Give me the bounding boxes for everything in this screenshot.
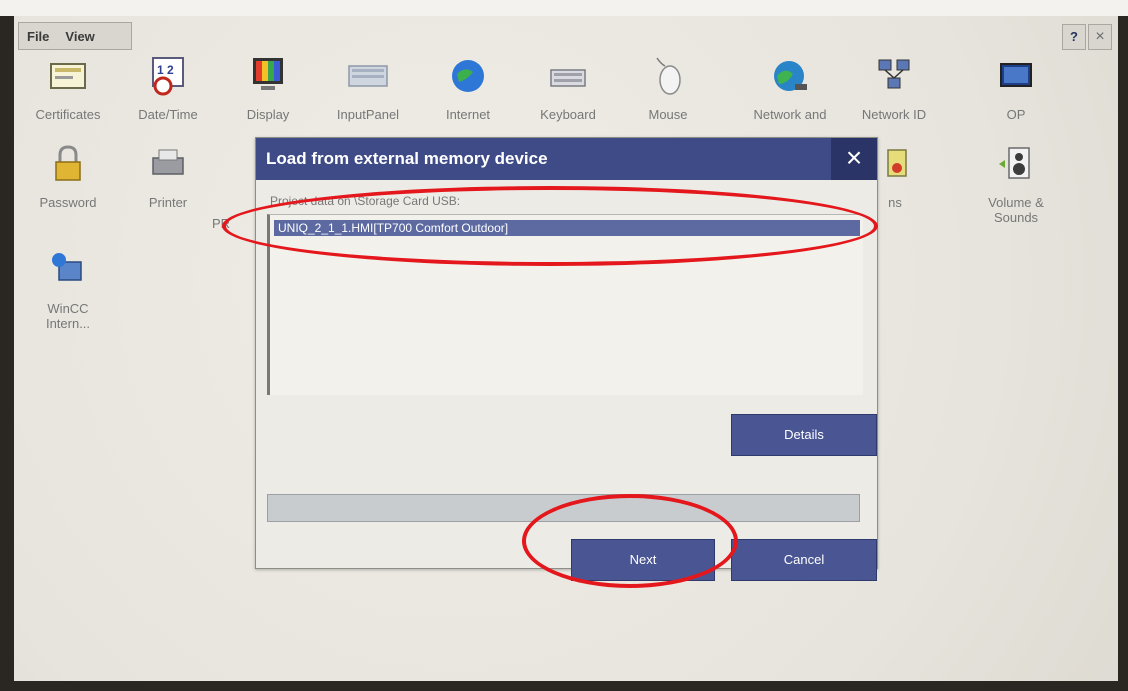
desktop-icon-keyboard[interactable]: Keyboard bbox=[522, 56, 614, 122]
screen-bezel bbox=[0, 0, 1128, 16]
help-button[interactable]: ? bbox=[1062, 24, 1086, 50]
mouse-icon bbox=[656, 57, 681, 95]
icon-label: Network and bbox=[753, 107, 827, 122]
desktop-icon-date-time[interactable]: 1 2 Date/Time bbox=[122, 56, 214, 122]
dialog-title-bar: Load from external memory device × bbox=[256, 138, 877, 180]
icon-label: Printer bbox=[148, 195, 188, 210]
icon-label: Display bbox=[246, 107, 290, 122]
network-id-icon bbox=[878, 59, 910, 89]
desktop-icon-password[interactable]: Password bbox=[22, 144, 114, 210]
highlight-project-item bbox=[222, 186, 878, 266]
desktop-icon-wincc-internet[interactable]: WinCC Intern... bbox=[22, 250, 114, 331]
padlock-icon bbox=[55, 145, 81, 181]
desktop-icon-internet[interactable]: Internet bbox=[422, 56, 514, 122]
icon-label: Password bbox=[39, 195, 97, 210]
icon-label: Network ID bbox=[861, 107, 927, 122]
desktop-icon-certificates[interactable]: Certificates bbox=[22, 56, 114, 122]
details-button[interactable]: Details bbox=[731, 414, 877, 456]
display-icon bbox=[253, 58, 283, 90]
certificates-icon bbox=[50, 63, 86, 89]
settings-box-icon bbox=[887, 149, 907, 177]
speaker-icon bbox=[999, 147, 1030, 179]
dialog-close-icon[interactable]: × bbox=[831, 138, 877, 180]
desktop-screen: File View ? × Certificates 1 2 Date/Time… bbox=[14, 16, 1118, 681]
icon-label: Date/Time bbox=[138, 107, 198, 122]
menu-bar: File View bbox=[18, 22, 132, 50]
globe-icon bbox=[452, 60, 484, 92]
desktop-icon-hidden[interactable]: ns bbox=[872, 144, 918, 210]
close-button[interactable]: × bbox=[1088, 24, 1112, 50]
icon-label: Keyboard bbox=[540, 107, 596, 122]
desktop-icon-mouse[interactable]: Mouse bbox=[622, 56, 714, 122]
printer-icon bbox=[152, 149, 184, 175]
icon-label: WinCC Intern... bbox=[45, 301, 91, 331]
icon-label: Mouse bbox=[648, 107, 688, 122]
icon-label: Internet bbox=[445, 107, 491, 122]
menu-file[interactable]: File bbox=[19, 29, 57, 44]
network-globe-icon bbox=[774, 61, 807, 91]
desktop-icon-volume-sounds[interactable]: Volume & Sounds bbox=[970, 144, 1062, 225]
calendar-clock-icon: 1 2 bbox=[152, 57, 184, 96]
icon-label: OP bbox=[1006, 107, 1026, 122]
desktop-icon-display[interactable]: Display bbox=[222, 56, 314, 122]
desktop-icon-network-id[interactable]: Network ID bbox=[848, 56, 940, 122]
desktop-icon-inputpanel[interactable]: InputPanel bbox=[322, 56, 414, 122]
keyboard-panel-icon bbox=[348, 65, 388, 87]
keyboard-icon bbox=[550, 69, 586, 87]
desktop-icon-network-and[interactable]: Network and bbox=[736, 56, 844, 122]
wincc-icon bbox=[52, 253, 82, 281]
menu-view[interactable]: View bbox=[57, 29, 102, 44]
cancel-button[interactable]: Cancel bbox=[731, 539, 877, 581]
dialog-title: Load from external memory device bbox=[266, 149, 548, 168]
icon-label: InputPanel bbox=[336, 107, 400, 122]
desktop-icon-op[interactable]: OP bbox=[970, 56, 1062, 122]
icon-label: Volume & Sounds bbox=[988, 195, 1044, 225]
desktop-icon-printer[interactable]: Printer bbox=[122, 144, 214, 210]
icon-label: Certificates bbox=[35, 107, 101, 122]
highlight-next-button bbox=[522, 494, 738, 588]
svg-text:1 2: 1 2 bbox=[157, 63, 174, 77]
icon-label: ns bbox=[888, 195, 902, 210]
monitor-icon bbox=[1000, 63, 1032, 87]
